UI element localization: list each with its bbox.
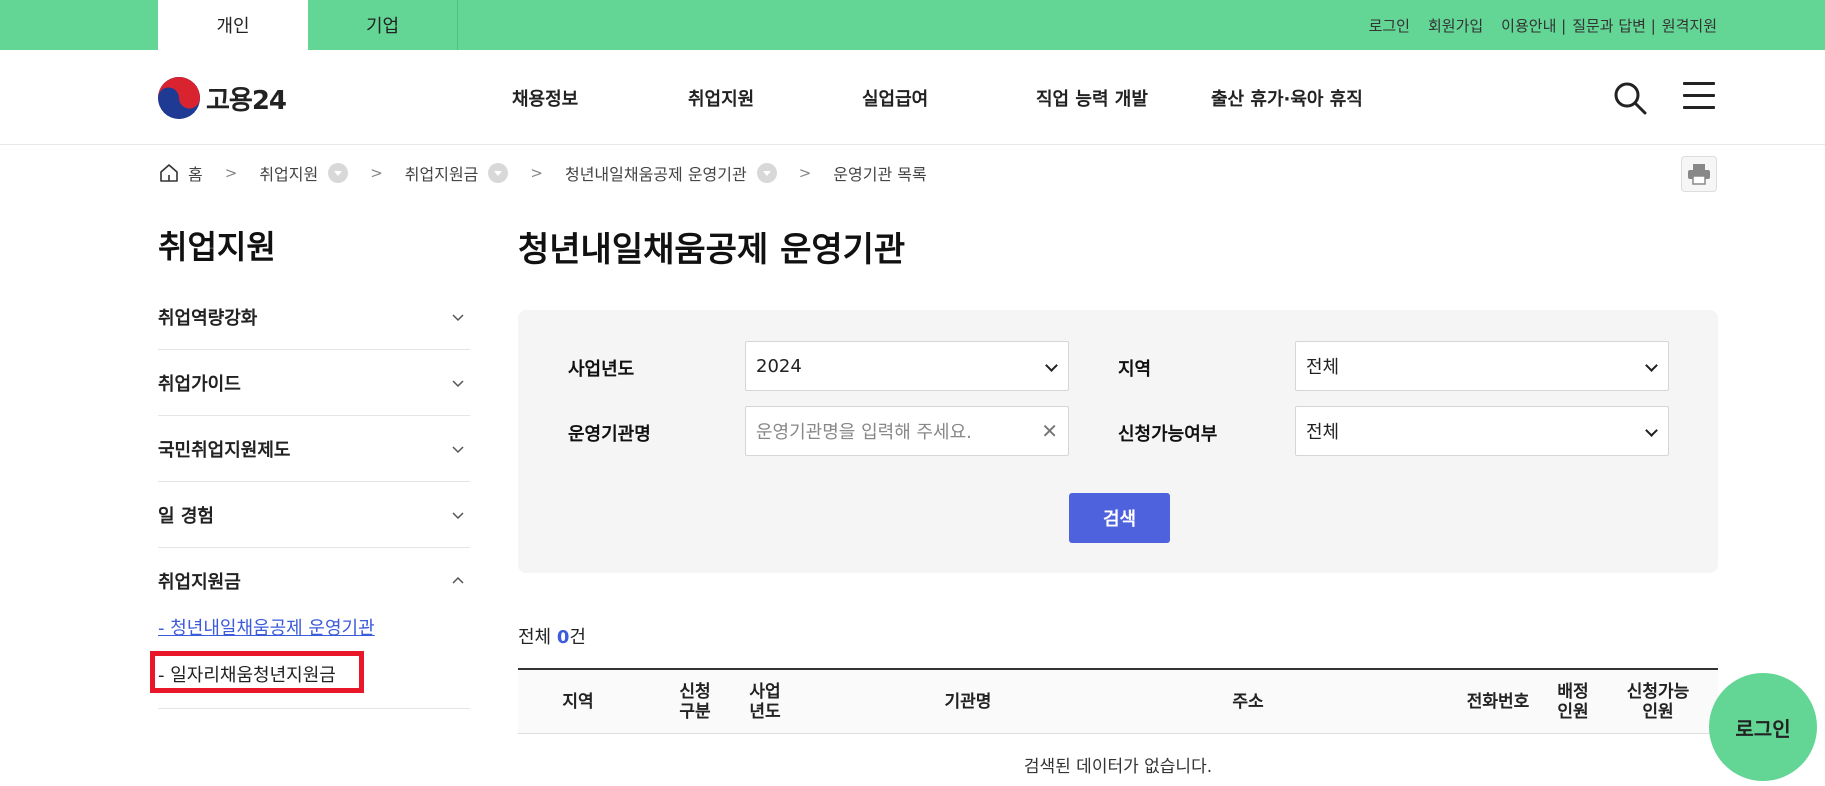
nav-employment-support[interactable]: 취업지원 — [688, 85, 754, 111]
chevron-down-icon — [1045, 359, 1058, 372]
taegeuk-logo-icon — [158, 77, 200, 119]
year-value: 2024 — [756, 355, 802, 377]
search-icon[interactable] — [1612, 80, 1648, 116]
tab-business[interactable]: 기업 — [308, 0, 458, 50]
chevron-down-icon — [452, 379, 464, 387]
org-name-label: 운영기관명 — [568, 424, 651, 445]
availability-value: 전체 — [1306, 422, 1340, 443]
chevron-down-icon — [1645, 424, 1658, 437]
sidebar-item-national-support[interactable]: 국민취업지원제도 — [158, 416, 470, 482]
availability-label: 신청가능여부 — [1118, 424, 1218, 445]
top-links: 로그인 회원가입 이용안내 | 질문과 답변 | 원격지원 — [1351, 0, 1717, 50]
region-value: 전체 — [1306, 357, 1340, 378]
sidebar-item-label: 일 경험 — [158, 505, 214, 527]
chevron-up-icon — [452, 576, 464, 584]
qna-link[interactable]: 질문과 답변 | — [1572, 15, 1656, 36]
org-name-input[interactable]: 운영기관명을 입력해 주세요. ✕ — [745, 406, 1069, 456]
nav-unemployment-benefit[interactable]: 실업급여 — [862, 85, 928, 111]
results-table-header: 지역 신청 구분 사업 년도 기관명 주소 전화번호 배정 인원 신청가능 인원 — [518, 668, 1718, 734]
chevron-down-icon — [452, 511, 464, 519]
column-header[interactable]: 배정 인원 — [1548, 670, 1598, 734]
nav-parental-leave[interactable]: 출산 휴가·육아 휴직 — [1211, 85, 1363, 111]
home-icon[interactable] — [158, 162, 180, 184]
sidebar-item-guide[interactable]: 취업가이드 — [158, 350, 470, 416]
main-header: 고용24 채용정보 취업지원 실업급여 직업 능력 개발 출산 휴가·육아 휴직 — [0, 50, 1825, 145]
sidebar-item-label: 취업역량강화 — [158, 307, 258, 329]
divider — [158, 708, 470, 709]
sidebar-item-label: 취업지원금 — [158, 572, 241, 593]
breadcrumb-operators[interactable]: 청년내일채움공제 운영기관 — [565, 161, 747, 185]
breadcrumb-current: 운영기관 목록 — [833, 165, 927, 184]
breadcrumb: 홈 > 취업지원 > 취업지원금 > 청년내일채움공제 운영기관 > 운영기관 … — [158, 160, 927, 186]
chevron-down-icon — [452, 445, 464, 453]
column-header[interactable]: 기관명 — [888, 670, 1048, 734]
result-total: 전체 0건 — [518, 623, 586, 649]
guide-link[interactable]: 이용안내 | — [1501, 15, 1566, 36]
column-header[interactable]: 주소 — [1168, 670, 1328, 734]
sidebar-subitem-operators[interactable]: - 청년내일채움공제 운영기관 — [158, 614, 470, 640]
dropdown-icon[interactable] — [328, 163, 349, 183]
breadcrumb-subsidy[interactable]: 취업지원금 — [405, 161, 479, 185]
chevron-right-icon: > — [370, 164, 383, 182]
page-title: 청년내일채움공제 운영기관 — [518, 230, 906, 270]
floating-login-button[interactable]: 로그인 — [1709, 673, 1817, 781]
dropdown-icon[interactable] — [756, 163, 777, 183]
year-select[interactable]: 2024 — [745, 341, 1069, 391]
sidebar-item-label: 국민취업지원제도 — [158, 439, 291, 461]
column-header[interactable]: 사업 년도 — [740, 670, 790, 734]
column-header[interactable]: 지역 — [548, 670, 608, 734]
chevron-right-icon: > — [530, 164, 543, 182]
highlight-box — [150, 651, 364, 693]
login-link[interactable]: 로그인 — [1369, 15, 1410, 36]
total-prefix: 전체 — [518, 627, 557, 648]
sidebar-item-subsidy[interactable]: 취업지원금 — [158, 548, 470, 614]
column-header[interactable]: 신청 구분 — [670, 670, 720, 734]
availability-select[interactable]: 전체 — [1295, 406, 1669, 456]
region-label: 지역 — [1118, 359, 1152, 380]
empty-result-message: 검색된 데이터가 없습니다. — [1023, 757, 1213, 777]
region-select[interactable]: 전체 — [1295, 341, 1669, 391]
tab-personal[interactable]: 개인 — [158, 0, 308, 50]
hamburger-menu-icon[interactable] — [1683, 82, 1715, 112]
close-icon[interactable]: ✕ — [1041, 419, 1058, 443]
remote-support-link[interactable]: 원격지원 — [1662, 15, 1717, 36]
sidebar-item-label: 취업가이드 — [158, 373, 241, 395]
logo-text: 고용24 — [206, 85, 287, 116]
site-logo[interactable]: 고용24 — [158, 77, 287, 119]
sidebar-item-capability[interactable]: 취업역량강화 — [158, 284, 470, 350]
printer-icon — [1688, 164, 1710, 185]
total-count: 0 — [556, 627, 570, 648]
chevron-right-icon: > — [798, 164, 812, 182]
search-button[interactable]: 검색 — [1069, 493, 1170, 543]
top-utility-bar: 개인 기업 로그인 회원가입 이용안내 | 질문과 답변 | 원격지원 — [0, 0, 1825, 50]
nav-skills-development[interactable]: 직업 능력 개발 — [1036, 85, 1148, 111]
column-header[interactable]: 신청가능 인원 — [1618, 670, 1698, 734]
sidebar-item-work-experience[interactable]: 일 경험 — [158, 482, 470, 548]
org-name-placeholder: 운영기관명을 입력해 주세요. — [756, 422, 972, 443]
print-button[interactable] — [1681, 156, 1717, 192]
signup-link[interactable]: 회원가입 — [1428, 15, 1483, 36]
chevron-down-icon — [1645, 359, 1658, 372]
breadcrumb-employment-support[interactable]: 취업지원 — [259, 161, 318, 185]
sidebar-title: 취업지원 — [158, 228, 276, 266]
dropdown-icon[interactable] — [488, 163, 509, 183]
breadcrumb-home[interactable]: 홈 — [188, 161, 203, 185]
chevron-down-icon — [452, 313, 464, 321]
chevron-right-icon: > — [224, 164, 238, 182]
total-suffix: 건 — [569, 627, 586, 648]
sidebar-menu: 취업역량강화 취업가이드 국민취업지원제도 일 경험 취업지원금 — [158, 284, 470, 614]
year-label: 사업년도 — [568, 359, 635, 380]
nav-jobs[interactable]: 채용정보 — [512, 85, 578, 111]
sidebar-subitem-label: - 청년내일채움공제 운영기관 — [158, 618, 375, 639]
